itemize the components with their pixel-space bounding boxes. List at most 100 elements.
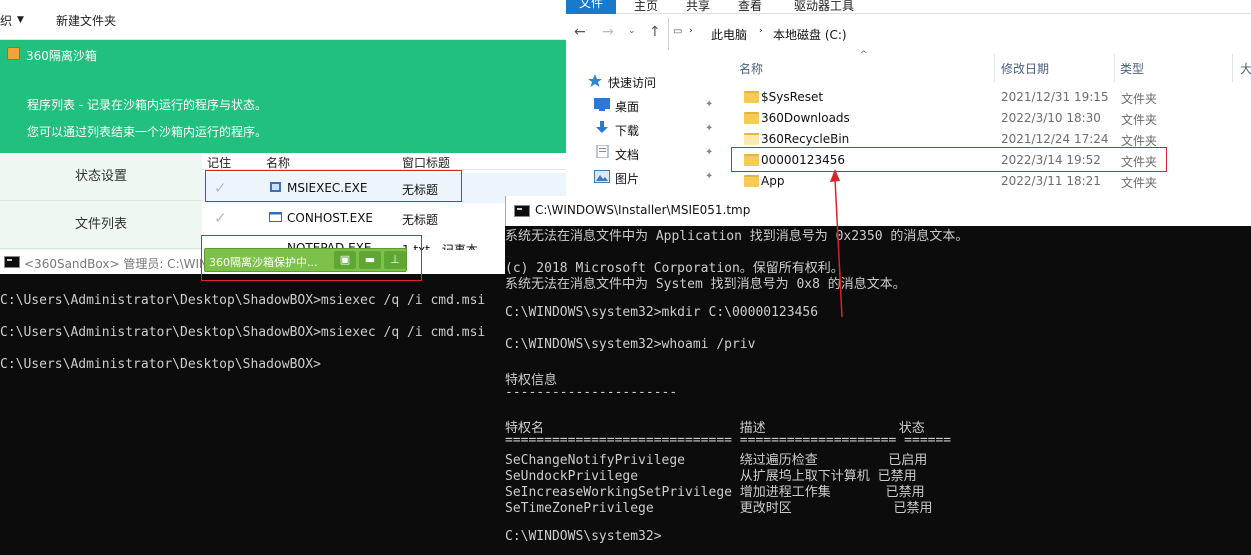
file-row[interactable]: 360Downloads 2022/3/10 18:30 文件夹: [730, 108, 1251, 129]
program-name: CONHOST.EXE: [287, 211, 373, 225]
nav-quick-access[interactable]: 快速访问: [608, 74, 656, 91]
file-date: 2021/12/24 17:24: [1001, 132, 1109, 146]
explorer-toolbar-left: 织 ▼ 新建文件夹: [0, 0, 566, 40]
highlight-box-popup: [201, 235, 422, 281]
highlight-box-folder: [731, 147, 1167, 172]
pin-icon[interactable]: ✦: [705, 147, 713, 158]
address-bar: ← → ⌄ ↑ ▭ › 此电脑 › 本地磁盘 (C:): [566, 14, 1251, 54]
installer-console-window: C:\WINDOWS\Installer\MSIE051.tmp 系统无法在消息…: [505, 196, 1251, 555]
console-output: 系统无法在消息文件中为 Application 找到消息号为 0x2350 的消…: [505, 225, 1251, 555]
document-icon: [596, 145, 609, 158]
sandbox-title: 360隔离沙箱: [26, 49, 97, 63]
file-date: 2022/3/11 18:21: [1001, 174, 1101, 188]
tab-file[interactable]: 文件: [566, 0, 616, 14]
cmd-icon: [4, 256, 20, 268]
sidebar-item-status-settings[interactable]: 状态设置: [0, 153, 202, 201]
folder-icon: [744, 112, 759, 124]
desktop-icon: [594, 98, 610, 111]
console-title: C:\WINDOWS\Installer\MSIE051.tmp: [535, 203, 751, 217]
star-icon: [588, 74, 602, 87]
toolbar-item-partial[interactable]: 织: [0, 12, 12, 29]
console-title: <360SandBox> 管理员: C:\WIN: [24, 257, 209, 271]
sandbox-console-window: <360SandBox> 管理员: C:\WIN C:\Users\Admini…: [0, 250, 505, 555]
console-line: C:\WINDOWS\system32>mkdir C:\00000123456: [505, 305, 819, 320]
breadcrumb-separator-icon: ›: [689, 26, 693, 36]
file-list: 名称 ^ 修改日期 类型 大 $SysReset 2021/12/31 19:1…: [730, 50, 1251, 196]
file-name: App: [761, 174, 785, 188]
tab-home[interactable]: 主页: [634, 0, 658, 14]
column-modified-date[interactable]: 修改日期: [1001, 60, 1049, 77]
column-divider[interactable]: [1232, 54, 1233, 82]
column-size[interactable]: 大: [1240, 60, 1251, 77]
column-name[interactable]: 名称: [739, 60, 763, 77]
forward-arrow-icon[interactable]: →: [602, 24, 614, 40]
file-date: 2021/12/31 19:15: [1001, 90, 1109, 104]
column-divider[interactable]: [1114, 54, 1115, 82]
console-line: ----------------------: [505, 385, 678, 400]
sandbox-description: 程序列表 - 记录在沙箱内运行的程序与状态。: [27, 98, 267, 112]
console-line: C:\Users\Administrator\Desktop\ShadowBOX…: [0, 325, 486, 340]
navigation-pane: 快速访问 桌面 ✦ 下载 ✦ 文档 ✦ 图片 ✦: [566, 54, 722, 196]
file-date: 2022/3/10 18:30: [1001, 111, 1101, 125]
console-titlebar: C:\WINDOWS\Installer\MSIE051.tmp: [505, 196, 1251, 226]
file-type: 文件夹: [1121, 176, 1158, 190]
console-line: C:\Users\Administrator\Desktop\ShadowBOX…: [0, 293, 486, 308]
file-name: $SysReset: [761, 90, 824, 104]
tab-view[interactable]: 查看: [738, 0, 762, 14]
breadcrumb-separator-icon: ›: [759, 26, 763, 36]
console-line: C:\WINDOWS\system32>whoami /priv: [505, 337, 756, 352]
recent-chevron-icon[interactable]: ⌄: [628, 26, 636, 36]
breadcrumb-local-disk[interactable]: 本地磁盘 (C:): [773, 26, 847, 43]
nav-documents[interactable]: 文档: [615, 146, 639, 163]
sandbox-logo-icon: [7, 47, 20, 60]
file-row[interactable]: $SysReset 2021/12/31 19:15 文件夹: [730, 87, 1251, 108]
check-icon[interactable]: ✓: [214, 211, 232, 226]
file-row[interactable]: App 2022/3/11 18:21 文件夹: [730, 171, 1251, 192]
folder-icon: [744, 175, 759, 187]
window-icon: [269, 212, 282, 222]
column-remember[interactable]: 记住: [207, 154, 231, 171]
highlight-box-msiexec: [205, 170, 462, 202]
tab-share[interactable]: 共享: [686, 0, 710, 14]
back-arrow-icon[interactable]: ←: [574, 24, 586, 40]
column-type[interactable]: 类型: [1120, 60, 1144, 77]
folder-icon: [744, 133, 759, 145]
column-name[interactable]: 名称: [266, 154, 290, 171]
up-arrow-icon[interactable]: ↑: [649, 24, 661, 40]
chevron-down-icon[interactable]: ▼: [17, 15, 24, 25]
nav-pictures[interactable]: 图片: [615, 170, 639, 187]
program-table-header: 记住 名称 窗口标题: [202, 153, 566, 170]
sandbox-window: 360隔离沙箱 程序列表 - 记录在沙箱内运行的程序与状态。 您可以通过列表结束…: [0, 40, 566, 257]
console-line: SeTimeZonePrivilege 更改时区 已禁用: [505, 501, 933, 516]
picture-icon: [594, 170, 610, 183]
download-icon: [596, 121, 608, 133]
pin-icon[interactable]: ✦: [705, 99, 713, 110]
console-line: 系统无法在消息文件中为 Application 找到消息号为 0x2350 的消…: [505, 229, 969, 244]
sandbox-header: 360隔离沙箱 程序列表 - 记录在沙箱内运行的程序与状态。 您可以通过列表结束…: [0, 40, 566, 153]
nav-desktop[interactable]: 桌面: [615, 98, 639, 115]
ribbon-tabs: 文件 主页 共享 查看 驱动器工具: [566, 0, 1251, 14]
file-type: 文件夹: [1121, 113, 1158, 127]
sidebar-item-file-list[interactable]: 文件列表: [0, 201, 202, 249]
folder-icon: [744, 91, 759, 103]
program-window-title: 无标题: [402, 213, 439, 227]
console-line: ============================= ==========…: [505, 433, 952, 448]
console-line: C:\WINDOWS\system32>: [505, 529, 662, 544]
nav-downloads[interactable]: 下载: [615, 122, 639, 139]
drive-icon: ▭: [673, 26, 683, 37]
file-name: 360Downloads: [761, 111, 850, 125]
sandbox-description-2: 您可以通过列表结束一个沙箱内运行的程序。: [27, 125, 268, 139]
breadcrumb[interactable]: ▭ › 此电脑 › 本地磁盘 (C:): [668, 18, 1251, 50]
column-divider[interactable]: [994, 54, 995, 82]
file-type: 文件夹: [1121, 92, 1158, 106]
console-line: C:\Users\Administrator\Desktop\ShadowBOX…: [0, 357, 321, 372]
pin-icon[interactable]: ✦: [705, 123, 713, 134]
column-window-title[interactable]: 窗口标题: [402, 154, 450, 171]
pin-icon[interactable]: ✦: [705, 171, 713, 182]
breadcrumb-this-pc[interactable]: 此电脑: [711, 26, 747, 43]
sort-up-icon: ^: [860, 50, 868, 60]
annotation-arrow-icon: [830, 169, 843, 318]
new-folder-button[interactable]: 新建文件夹: [56, 12, 116, 29]
cmd-icon: [514, 205, 530, 217]
tab-drive-tools[interactable]: 驱动器工具: [794, 0, 854, 14]
